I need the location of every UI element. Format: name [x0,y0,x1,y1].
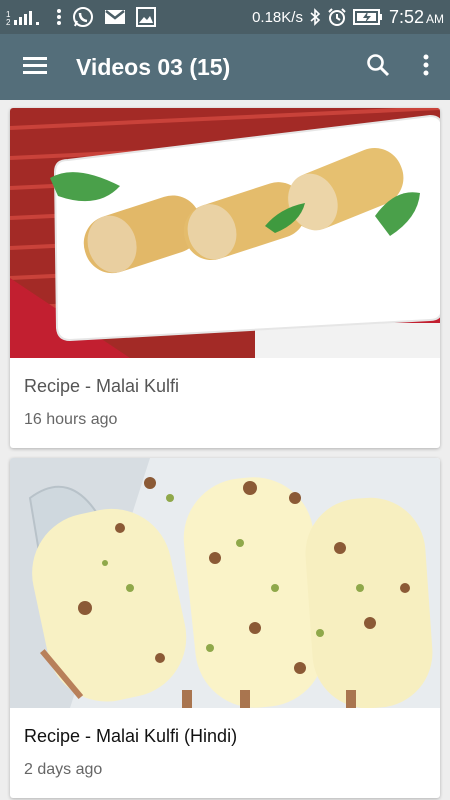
video-list: Recipe - Malai Kulfi 16 hours ago Recipe… [10,108,440,800]
menu-icon [22,55,48,80]
bluetooth-icon [309,8,321,26]
search-icon [366,53,390,82]
gmail-icon [104,8,126,26]
app-bar: Videos 03 (15) [0,34,450,100]
menu-button[interactable] [0,34,70,100]
network-speed: 0.18K/s [252,8,303,26]
search-button[interactable] [354,34,402,100]
more-dots-icon [56,8,62,26]
video-title: Recipe - Malai Kulfi [24,376,180,396]
status-bar: 1 2 0.18K/s 7:52 AM [0,0,450,34]
alarm-icon [327,7,347,27]
sim-signal-icon: 1 2 [6,8,46,26]
video-timestamp: 2 days ago [24,761,103,778]
svg-text:2: 2 [6,18,11,26]
page-title: Videos 03 (15) [76,53,231,80]
battery-charging-icon [352,9,383,25]
video-card[interactable]: Recipe - Malai Kulfi 16 hours ago [10,108,440,448]
overflow-menu-button[interactable] [402,34,450,100]
clock-time: 7:52 [388,6,424,27]
video-thumbnail[interactable] [10,458,440,708]
gallery-icon [136,7,156,27]
video-thumbnail[interactable] [10,108,440,358]
whatsapp-icon [72,6,94,28]
overflow-menu-icon [422,53,430,82]
video-title: Recipe - Malai Kulfi (Hindi) [24,726,238,746]
video-card[interactable]: Recipe - Malai Kulfi (Hindi) 2 days ago [10,458,440,798]
video-timestamp: 16 hours ago [24,411,118,428]
clock-ampm: AM [426,11,444,26]
